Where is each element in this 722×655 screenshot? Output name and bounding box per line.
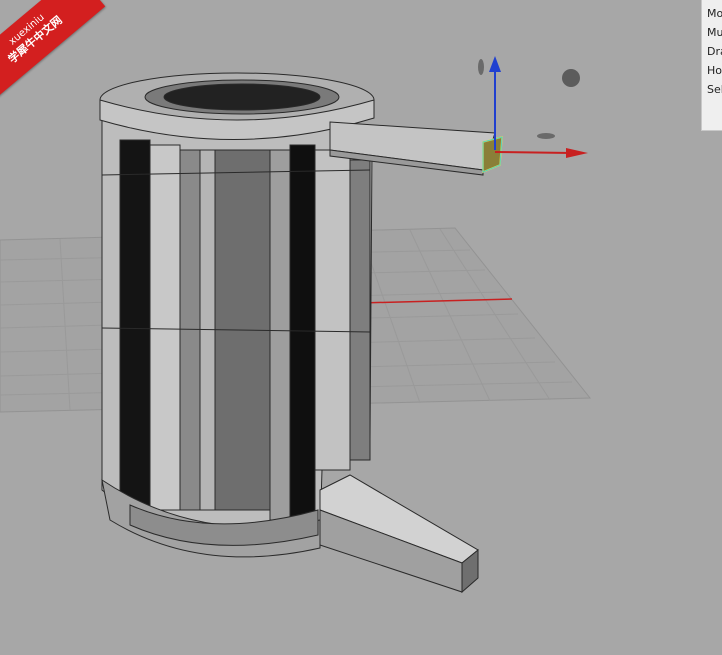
- scale-handle-icon[interactable]: [562, 69, 580, 87]
- transform-gizmo[interactable]: [478, 56, 588, 158]
- hud-item-sel[interactable]: Sel: [702, 80, 722, 99]
- 3d-viewport[interactable]: [0, 0, 722, 655]
- hud-item-dra[interactable]: Dra: [702, 42, 722, 61]
- osnap-panel: Mo Mu Dra Ho Sel: [701, 0, 722, 131]
- move-x-arrowhead[interactable]: [566, 148, 588, 158]
- facet-light-3: [269, 149, 291, 521]
- hud-item-mu[interactable]: Mu: [702, 23, 722, 42]
- rotate-handle-icon[interactable]: [537, 133, 555, 139]
- facet-mid-1: [179, 149, 201, 511]
- facet-mid-3: [349, 159, 371, 461]
- facet-dark-2: [289, 144, 316, 536]
- rotate-handle-icon[interactable]: [478, 59, 484, 75]
- move-x-arrow-icon[interactable]: [494, 151, 573, 154]
- perspective-scene[interactable]: [0, 0, 722, 655]
- hud-item-mo[interactable]: Mo: [702, 4, 722, 23]
- move-z-arrowhead[interactable]: [489, 56, 501, 72]
- facet-light-1: [149, 144, 181, 511]
- facet-light-4: [314, 149, 351, 471]
- selected-face[interactable]: [482, 136, 503, 174]
- hud-item-ho[interactable]: Ho: [702, 61, 722, 80]
- mug-rim-hole: [163, 83, 321, 111]
- facet-dark-1: [119, 139, 151, 511]
